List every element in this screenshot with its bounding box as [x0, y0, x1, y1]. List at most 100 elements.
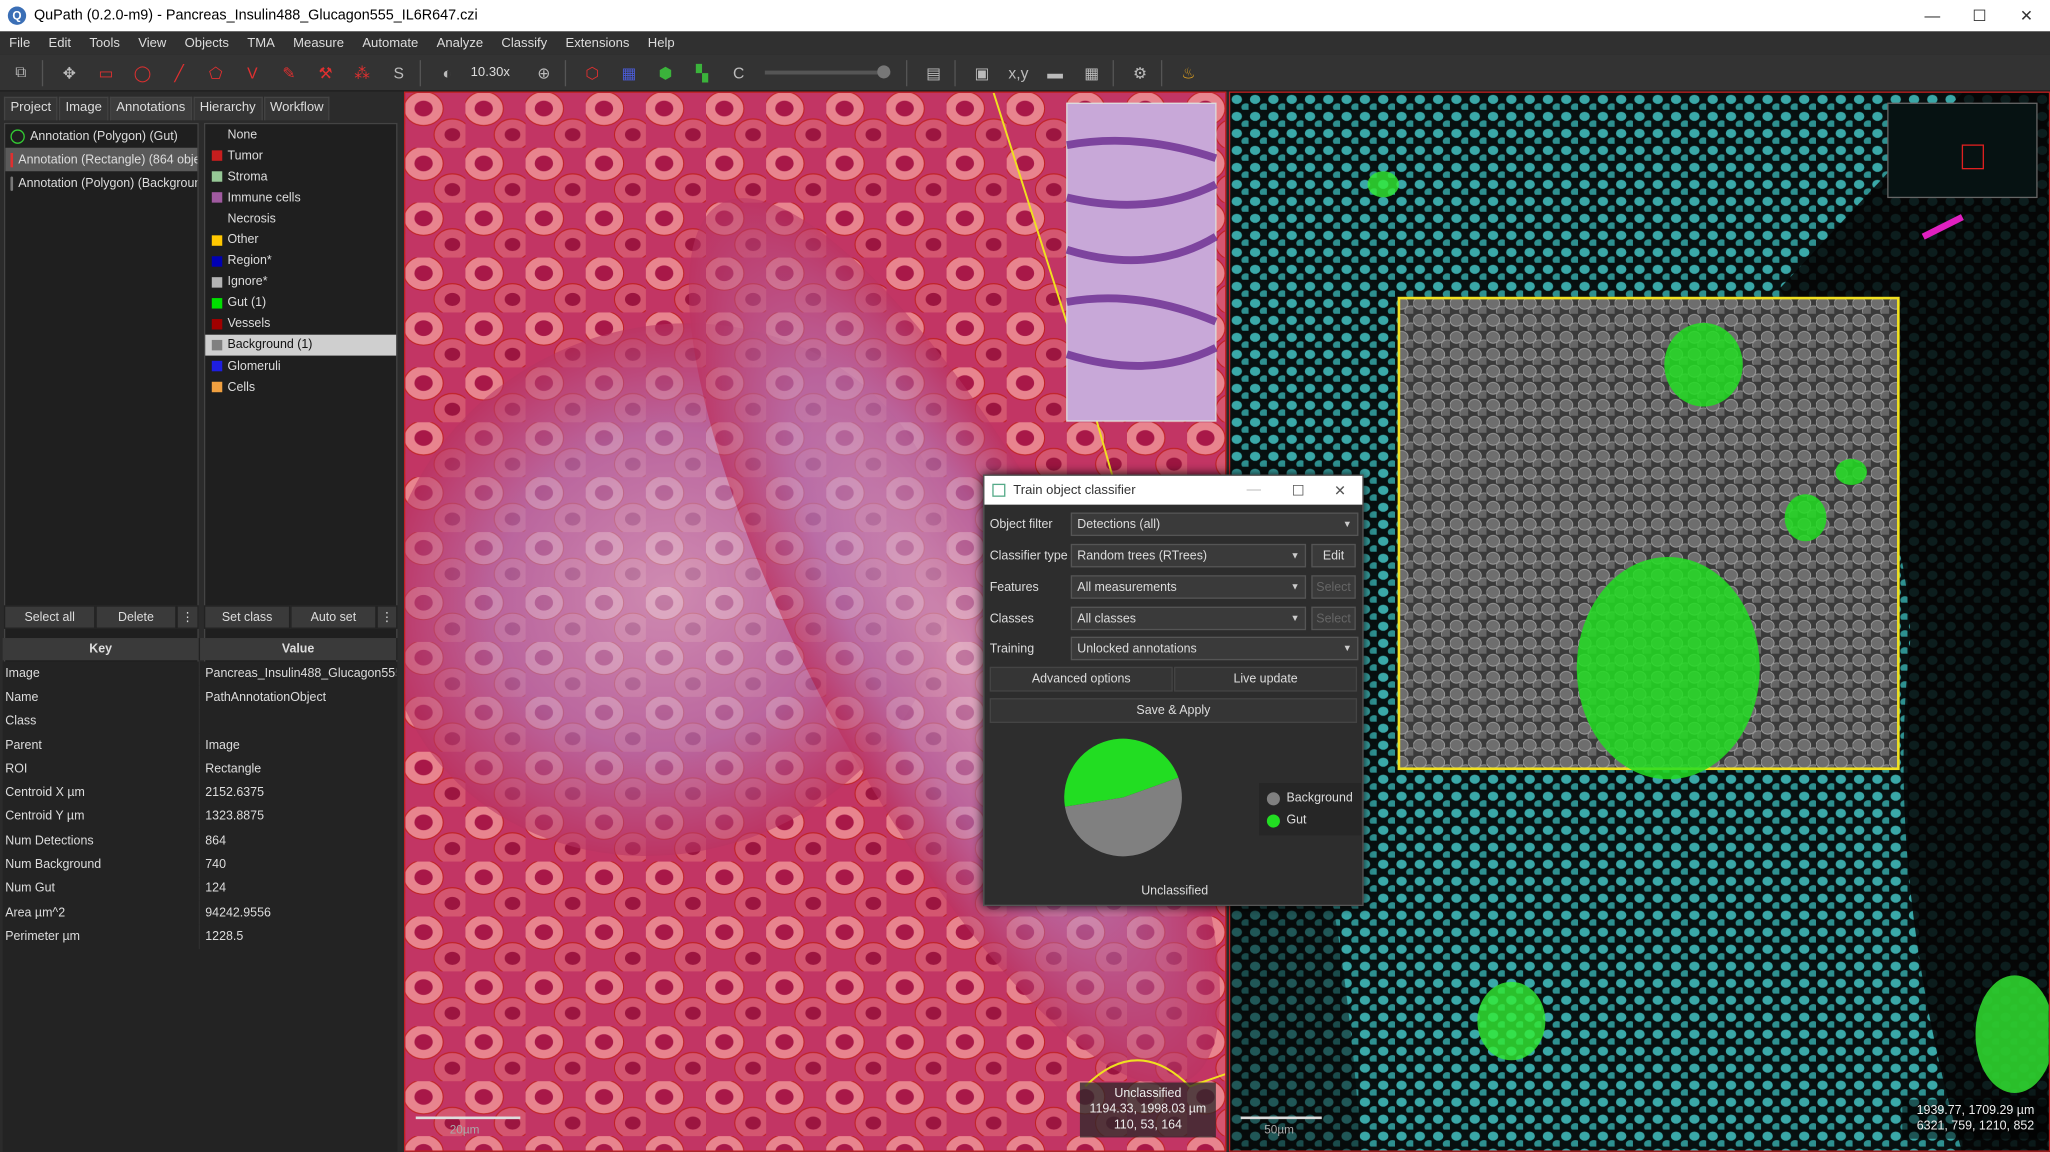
- object-filter-select[interactable]: Detections (all): [1070, 512, 1359, 537]
- class-item-tumor[interactable]: Tumor: [205, 145, 396, 166]
- brush-tool-icon[interactable]: ✎: [273, 58, 304, 87]
- location-icon[interactable]: x,y: [1003, 58, 1034, 87]
- line-tool-icon[interactable]: ╱: [163, 58, 194, 87]
- brightness-contrast-icon[interactable]: ◐: [431, 58, 462, 87]
- wand-tool-icon[interactable]: ⚒: [310, 58, 341, 87]
- annotation-buttons: Select all Delete ⋮: [3, 605, 199, 629]
- list-item[interactable]: Annotation (Polygon) (Gut): [5, 124, 197, 148]
- show-tma-grid-icon[interactable]: ▦: [613, 58, 644, 87]
- cursor-class: Unclassified: [1114, 1086, 1182, 1101]
- live-update-toggle[interactable]: Live update: [1174, 666, 1358, 692]
- move-tool-icon[interactable]: ✥: [54, 58, 85, 87]
- save-apply-button[interactable]: Save & Apply: [989, 698, 1358, 723]
- menu-automate[interactable]: Automate: [353, 36, 427, 50]
- class-list[interactable]: None Tumor Stroma Immune cells Necrosis …: [203, 122, 398, 673]
- class-item-ignore[interactable]: Ignore*: [205, 271, 396, 292]
- classifier-type-row: Classifier type Random trees (RTrees) Ed…: [990, 543, 1356, 569]
- auto-set-button[interactable]: Auto set: [290, 605, 377, 629]
- menu-help[interactable]: Help: [639, 36, 684, 50]
- features-select-button[interactable]: Select: [1311, 575, 1356, 599]
- tab-hierarchy[interactable]: Hierarchy: [193, 96, 263, 121]
- scalebar-icon[interactable]: ▬: [1039, 58, 1070, 87]
- show-connections-icon[interactable]: C: [723, 58, 754, 87]
- value-column-header[interactable]: Value: [200, 638, 398, 661]
- menu-extensions[interactable]: Extensions: [556, 36, 638, 50]
- class-item-glomeruli[interactable]: Glomeruli: [205, 356, 396, 377]
- menu-analyze[interactable]: Analyze: [427, 36, 492, 50]
- delete-button[interactable]: Delete: [95, 605, 177, 629]
- fill-detections-icon[interactable]: ▚: [686, 58, 717, 87]
- class-item-vessels[interactable]: Vessels: [205, 314, 396, 335]
- list-item[interactable]: Annotation (Polygon) (Background): [5, 171, 197, 195]
- table-row: Centroid Y µm 1323.8875: [3, 805, 398, 829]
- tab-project[interactable]: Project: [3, 96, 58, 121]
- menu-measure[interactable]: Measure: [284, 36, 353, 50]
- annotation-list[interactable]: Annotation (Polygon) (Gut) Annotation (R…: [3, 122, 199, 673]
- menu-objects[interactable]: Objects: [175, 36, 238, 50]
- table-row: Class: [3, 709, 398, 734]
- analysis-tabs: Project Image Annotations Hierarchy Work…: [3, 96, 331, 121]
- class-item-necrosis[interactable]: Necrosis: [205, 208, 396, 229]
- annotation-more-button[interactable]: ⋮: [176, 605, 199, 629]
- training-select[interactable]: Unlocked annotations: [1070, 636, 1359, 661]
- show-annotations-icon[interactable]: ⬡: [577, 58, 608, 87]
- title-bar: Q QuPath (0.2.0-m9) - Pancreas_Insulin48…: [0, 0, 2050, 32]
- overview-icon[interactable]: ▣: [966, 58, 997, 87]
- toggle-analysis-pane-icon[interactable]: ⧉: [5, 58, 36, 87]
- classes-select[interactable]: All classes: [1070, 606, 1307, 631]
- opacity-slider[interactable]: [764, 65, 891, 79]
- menu-tma[interactable]: TMA: [238, 36, 284, 50]
- rectangle-tool-icon[interactable]: ▭: [90, 58, 121, 87]
- class-color-swatch: [212, 214, 222, 224]
- class-item-background[interactable]: Background (1): [205, 334, 397, 356]
- selection-mode-icon[interactable]: S: [383, 58, 414, 87]
- train-object-classifier-dialog: Train object classifier — ☐ ✕ Object fil…: [983, 474, 1364, 907]
- class-item-gut[interactable]: Gut (1): [205, 293, 396, 314]
- grid-icon[interactable]: ▦: [1076, 58, 1107, 87]
- show-detections-icon[interactable]: ⬢: [650, 58, 681, 87]
- edit-button[interactable]: Edit: [1311, 543, 1356, 568]
- list-item[interactable]: Annotation (Rectangle) (864 objects): [5, 147, 198, 172]
- key-column-header[interactable]: Key: [3, 638, 201, 661]
- zoom-to-fit-icon[interactable]: ⊕: [528, 58, 559, 87]
- cursor-info: 1939.77, 1709.29 µm 6321, 759, 1210, 852: [1902, 1099, 2049, 1139]
- minimize-button[interactable]: —: [1909, 0, 1956, 31]
- close-button[interactable]: ✕: [2003, 0, 2050, 31]
- select-all-button[interactable]: Select all: [3, 605, 96, 629]
- menu-file[interactable]: File: [0, 36, 39, 50]
- class-item-stroma[interactable]: Stroma: [205, 166, 396, 187]
- features-select[interactable]: All measurements: [1070, 575, 1307, 599]
- classes-select-button[interactable]: Select: [1311, 606, 1356, 631]
- scale-bar: [415, 1116, 521, 1120]
- polygon-tool-icon[interactable]: ⬠: [200, 58, 231, 87]
- set-class-button[interactable]: Set class: [203, 605, 291, 629]
- advanced-options-button[interactable]: Advanced options: [989, 666, 1173, 692]
- tab-workflow[interactable]: Workflow: [263, 96, 331, 121]
- class-item-none[interactable]: None: [205, 124, 396, 145]
- menu-edit[interactable]: Edit: [39, 36, 80, 50]
- ellipse-tool-icon[interactable]: ◯: [127, 58, 158, 87]
- table-row: Perimeter µm 1228.5: [3, 924, 398, 949]
- dialog-title-bar[interactable]: Train object classifier — ☐ ✕: [984, 475, 1363, 505]
- class-more-button[interactable]: ⋮: [376, 605, 398, 629]
- class-item-immune-cells[interactable]: Immune cells: [205, 187, 396, 208]
- menu-view[interactable]: View: [129, 36, 175, 50]
- cursor-rgb: 110, 53, 164: [1113, 1117, 1182, 1133]
- log-icon[interactable]: ♨: [1173, 58, 1204, 87]
- tab-image[interactable]: Image: [58, 96, 109, 121]
- class-item-cells[interactable]: Cells: [205, 377, 396, 398]
- tab-annotations[interactable]: Annotations: [109, 96, 192, 121]
- dialog-minimize-button[interactable]: —: [1234, 476, 1273, 505]
- menu-classify[interactable]: Classify: [492, 36, 556, 50]
- dialog-close-button[interactable]: ✕: [1320, 476, 1359, 505]
- dialog-maximize-button[interactable]: ☐: [1279, 476, 1318, 505]
- polyline-tool-icon[interactable]: V: [237, 58, 268, 87]
- class-item-other[interactable]: Other: [205, 229, 396, 250]
- points-tool-icon[interactable]: ⁂: [346, 58, 377, 87]
- class-item-region[interactable]: Region*: [205, 250, 396, 271]
- classifier-type-select[interactable]: Random trees (RTrees): [1070, 543, 1307, 568]
- menu-tools[interactable]: Tools: [80, 36, 129, 50]
- maximize-button[interactable]: ☐: [1956, 0, 2003, 31]
- preferences-icon[interactable]: ⚙: [1124, 58, 1155, 87]
- measurement-table-icon[interactable]: ▤: [918, 58, 949, 87]
